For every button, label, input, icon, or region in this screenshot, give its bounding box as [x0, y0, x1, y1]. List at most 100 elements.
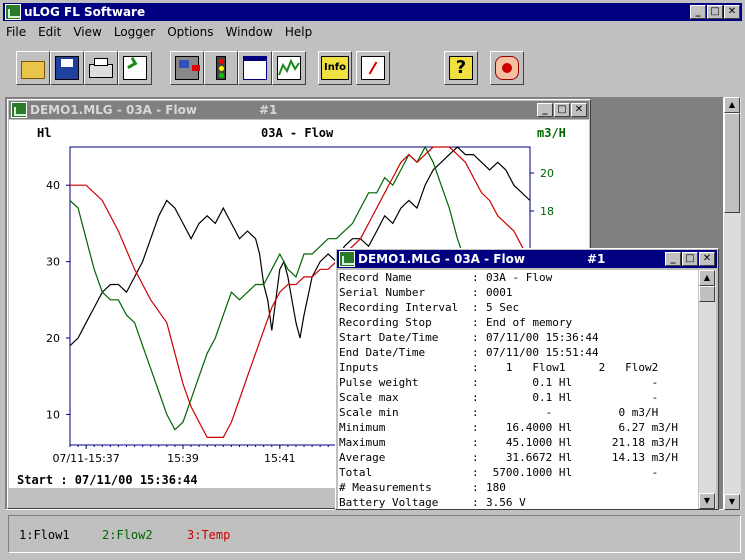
exit-button[interactable] — [490, 51, 524, 85]
info-window-number: #1 — [587, 252, 606, 266]
info-row-label: Minimum — [339, 421, 386, 434]
info-scroll-up-arrow-icon[interactable]: ▲ — [699, 270, 715, 286]
menu-options[interactable]: Options — [161, 24, 219, 42]
info-row-value: End of memory — [486, 316, 573, 329]
info-icon: Info — [321, 56, 349, 80]
info-row: Minimum: 16.4000 Hl 6.27 m3/H — [339, 420, 678, 435]
x-tick-label: 15:41 — [264, 452, 296, 465]
info-button[interactable]: Info — [318, 51, 352, 85]
chart-close-button[interactable]: ✕ — [571, 103, 587, 117]
info-row-colon: : — [472, 436, 479, 449]
info-scroll-down-arrow-icon[interactable]: ▼ — [699, 493, 715, 509]
menu-window[interactable]: Window — [220, 24, 279, 42]
maximize-button[interactable]: □ — [707, 5, 723, 19]
x-tick-label: 15:39 — [167, 452, 199, 465]
info-window-title: DEMO1.MLG - 03A - Flow — [358, 252, 525, 266]
info-row-value: - 0 m3/H — [486, 406, 659, 419]
info-row-value: 07/11/00 15:51:44 — [486, 346, 599, 359]
menu-edit[interactable]: Edit — [32, 24, 67, 42]
info-row-label: # Measurements — [339, 481, 432, 494]
info-row-label: Total — [339, 466, 373, 479]
menu-help[interactable]: Help — [279, 24, 318, 42]
chart-window-number: #1 — [259, 103, 278, 117]
legend-bar: 1:Flow1 2:Flow2 3:Temp — [8, 515, 741, 553]
info-row-value: 03A - Flow — [486, 271, 553, 284]
open-button[interactable] — [16, 51, 50, 85]
info-row-colon: : — [472, 286, 479, 299]
legend-flow2[interactable]: 2:Flow2 — [102, 528, 153, 542]
info-row-value: 07/11/00 15:36:44 — [486, 331, 599, 344]
info-row-colon: : — [472, 496, 479, 509]
form-view-button[interactable] — [238, 51, 272, 85]
info-row-colon: : — [472, 361, 479, 374]
chart-minimize-button[interactable]: _ — [537, 103, 553, 117]
info-row-colon: : — [472, 466, 479, 479]
close-button[interactable]: ✕ — [724, 5, 740, 19]
info-close-button[interactable]: ✕ — [699, 252, 715, 266]
info-row: Scale min: - 0 m3/H — [339, 405, 678, 420]
legend-temp[interactable]: 3:Temp — [187, 528, 230, 542]
export-button[interactable] — [118, 51, 152, 85]
info-scroll-thumb[interactable] — [699, 286, 715, 302]
info-row: Average: 31.6672 Hl 14.13 m3/H — [339, 450, 678, 465]
info-row: Record Name:03A - Flow — [339, 270, 678, 285]
toolbar: Info ? — [0, 44, 745, 92]
help-button[interactable]: ? — [444, 51, 478, 85]
status-button[interactable] — [204, 51, 238, 85]
scroll-thumb[interactable] — [724, 113, 740, 213]
info-row-value: 5 Sec — [486, 301, 520, 314]
window-form-icon — [243, 56, 267, 80]
info-maximize-button[interactable]: □ — [682, 252, 698, 266]
chart-maximize-button[interactable]: □ — [554, 103, 570, 117]
info-row-value: 1 Flow1 2 Flow2 — [486, 361, 659, 374]
info-row: # Measurements:180 — [339, 480, 678, 495]
info-row-value: 0.1 Hl - — [486, 391, 659, 404]
info-row-colon: : — [472, 346, 479, 359]
info-row-colon: : — [472, 301, 479, 314]
y-left-tick-label: 40 — [46, 179, 60, 192]
info-row-label: End Date/Time — [339, 346, 426, 359]
graph-icon — [277, 56, 301, 80]
help-icon: ? — [449, 56, 473, 80]
app-icon[interactable] — [5, 4, 21, 20]
logger-connect-button[interactable] — [170, 51, 204, 85]
info-row-colon: : — [472, 271, 479, 284]
legend-flow1[interactable]: 1:Flow1 — [19, 528, 70, 542]
info-row: Scale max: 0.1 Hl - — [339, 390, 678, 405]
menu-view[interactable]: View — [67, 24, 107, 42]
open-folder-icon — [21, 61, 45, 79]
info-row-label: Maximum — [339, 436, 386, 449]
menu-logger[interactable]: Logger — [108, 24, 161, 42]
info-window[interactable]: DEMO1.MLG - 03A - Flow #1 _ □ ✕ Record N… — [335, 248, 719, 510]
info-window-icon[interactable] — [339, 251, 355, 267]
save-button[interactable] — [50, 51, 84, 85]
menu-file[interactable]: File — [0, 24, 32, 42]
info-window-title-bar[interactable]: DEMO1.MLG - 03A - Flow #1 _ □ ✕ — [337, 250, 717, 268]
graph-button[interactable] — [272, 51, 306, 85]
info-row-value: 16.4000 Hl 6.27 m3/H — [486, 421, 679, 434]
chart-window-title-bar[interactable]: DEMO1.MLG - 03A - Flow #1 _ □ ✕ — [9, 101, 589, 119]
info-content: Record Name:03A - Flow Serial Number:0001… — [338, 270, 698, 509]
info-vertical-scrollbar[interactable]: ▲ ▼ — [699, 270, 716, 509]
app-title-bar[interactable]: uLOG FL Software _ □ ✕ — [3, 3, 742, 21]
minimize-button[interactable]: _ — [690, 5, 706, 19]
info-row-label: Serial Number — [339, 286, 426, 299]
scroll-up-arrow-icon[interactable]: ▲ — [724, 97, 740, 113]
info-row-label: Scale min — [339, 406, 399, 419]
info-row-colon: : — [472, 406, 479, 419]
info-row-label: Inputs — [339, 361, 379, 374]
print-button[interactable] — [84, 51, 118, 85]
info-row-value: 0.1 Hl - — [486, 376, 659, 389]
chart-title: 03A - Flow — [261, 126, 334, 140]
info-row-label: Recording Interval — [339, 301, 459, 314]
info-row-label: Scale max — [339, 391, 399, 404]
app-vertical-scrollbar[interactable]: ▲ ▼ — [724, 97, 741, 510]
y-left-tick-label: 30 — [46, 256, 60, 269]
meter-button[interactable] — [356, 51, 390, 85]
chart-window-icon[interactable] — [11, 102, 27, 118]
scroll-down-arrow-icon[interactable]: ▼ — [724, 494, 740, 510]
y-right-tick-label: 20 — [540, 167, 554, 180]
info-row: Pulse weight: 0.1 Hl - — [339, 375, 678, 390]
info-minimize-button[interactable]: _ — [665, 252, 681, 266]
info-row: Total: 5700.1000 Hl - — [339, 465, 678, 480]
